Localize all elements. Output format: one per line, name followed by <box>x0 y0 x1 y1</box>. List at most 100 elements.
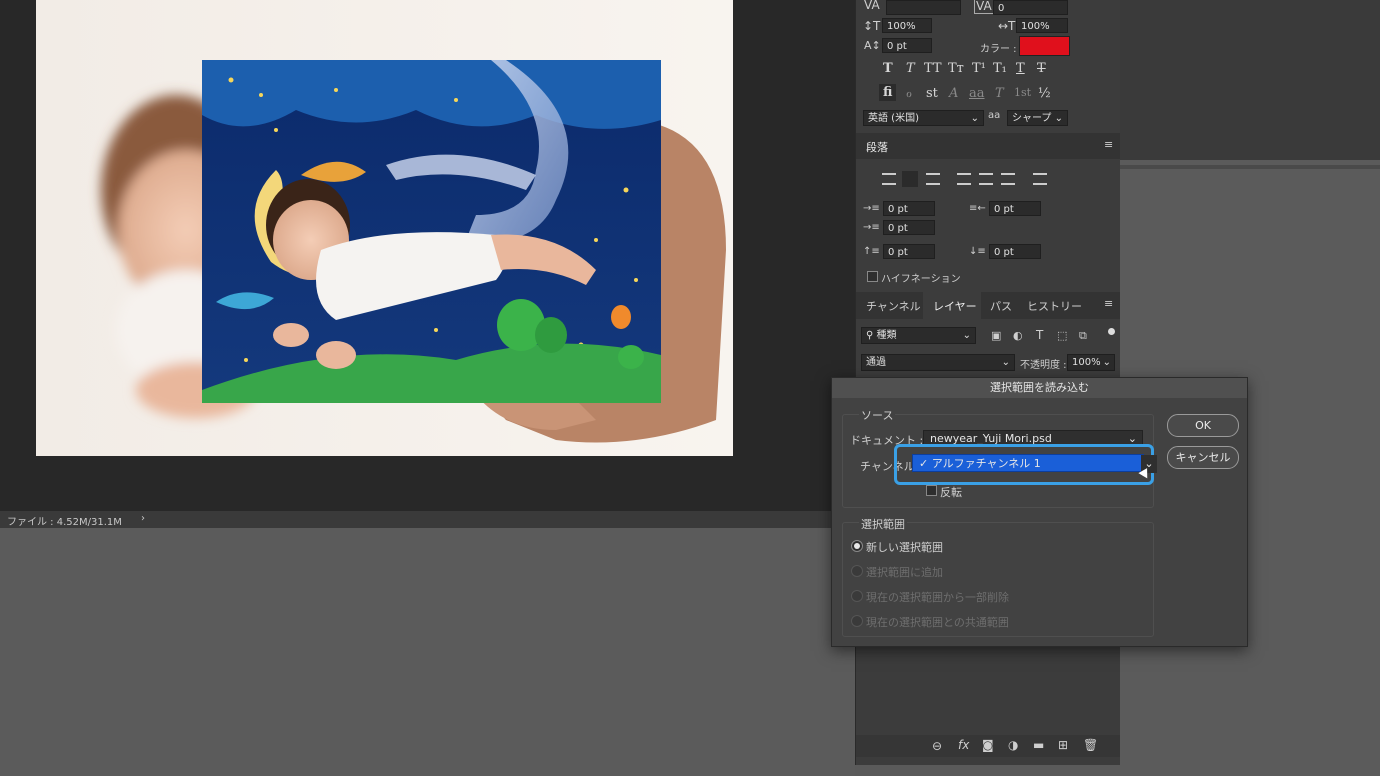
align-right-icon[interactable] <box>926 173 940 185</box>
align-left-icon[interactable] <box>882 173 896 185</box>
panel-menu-icon[interactable]: ≡ <box>1104 297 1113 310</box>
ok-button[interactable]: OK <box>1167 414 1239 437</box>
invert-label: 反転 <box>940 486 962 499</box>
source-label: ソース <box>859 407 896 423</box>
cancel-button[interactable]: キャンセル <box>1167 446 1239 469</box>
horizontal-scale-field[interactable]: 100% <box>1016 18 1068 33</box>
document-canvas[interactable] <box>36 0 733 456</box>
space-before-field[interactable]: 0 pt <box>883 244 935 259</box>
filter-type-icon[interactable]: T <box>1036 328 1043 342</box>
indent-first-line-icon: →≡ <box>863 222 880 233</box>
tracking-field[interactable]: 0 <box>993 0 1068 15</box>
intersect-selection-label: 現在の選択範囲との共通範囲 <box>866 616 1009 629</box>
opacity-field[interactable]: 100% ⌄ <box>1067 354 1115 371</box>
swash-button[interactable]: A <box>949 86 958 101</box>
stylistic-alternates-button[interactable]: aa <box>969 86 985 101</box>
discretionary-ligature-button[interactable]: st <box>926 86 938 101</box>
channel-dropdown[interactable]: ✓ アルファチャンネル 1 ⌄ <box>912 454 1157 473</box>
tab-history[interactable]: ヒストリー <box>1027 298 1082 314</box>
filter-adjustment-icon[interactable]: ◐ <box>1013 329 1023 342</box>
indent-left-field[interactable]: 0 pt <box>883 201 935 216</box>
add-selection-label: 選択範囲に追加 <box>866 566 943 579</box>
antialias-value: シャープ <box>1012 113 1052 124</box>
chevron-down-icon: ⌄ <box>1102 357 1111 368</box>
radio-subtract-selection[interactable] <box>851 590 863 602</box>
new-selection-label: 新しい選択範囲 <box>866 541 943 554</box>
tab-paragraph[interactable]: 段落 <box>866 139 888 155</box>
indent-first-line-field[interactable]: 0 pt <box>883 220 935 235</box>
filter-kind-value: 種類 <box>876 330 897 341</box>
small-caps-button[interactable]: Tт <box>948 61 964 76</box>
horizontal-scale-icon: ↔T <box>998 19 1016 33</box>
justify-all-icon[interactable] <box>1033 173 1047 185</box>
load-selection-dialog: 選択範囲を読み込む ソース ドキュメント : newyear_Yuji Mori… <box>831 377 1248 647</box>
vertical-scale-icon: ↕T <box>863 19 881 33</box>
subtract-selection-label: 現在の選択範囲から一部削除 <box>866 591 1009 604</box>
underline-button[interactable]: T <box>1016 61 1025 76</box>
layers-panel-footer: ⊖ fx ◙ ◑ ▬ ⊞ 🗑 <box>856 735 1121 757</box>
filter-toggle-icon[interactable] <box>1108 328 1115 335</box>
space-after-field[interactable]: 0 pt <box>989 244 1041 259</box>
justify-left-icon[interactable] <box>957 173 971 185</box>
tab-layers[interactable]: レイヤー <box>933 298 977 314</box>
language-dropdown[interactable]: 英語 (米国) ⌄ <box>863 110 984 126</box>
canvas-workspace[interactable] <box>0 0 855 511</box>
space-before-icon: ↑≡ <box>863 246 880 257</box>
antialias-icon: aa <box>988 110 1001 121</box>
vertical-scale-field[interactable]: 100% <box>882 18 932 33</box>
document-image <box>36 0 733 456</box>
justify-center-icon[interactable] <box>979 173 993 185</box>
opacity-label: 不透明度 : <box>1020 360 1067 371</box>
faux-bold-button[interactable]: T <box>883 61 893 76</box>
text-color-swatch[interactable] <box>1019 36 1070 56</box>
mask-icon[interactable]: ◙ <box>982 738 994 752</box>
strikethrough-button[interactable]: T <box>1037 61 1046 76</box>
adjustment-icon[interactable]: ◑ <box>1008 738 1018 752</box>
file-size-info: ファイル : 4.52M/31.1M <box>7 517 122 528</box>
fx-icon[interactable]: fx <box>958 738 969 752</box>
ligature-button[interactable]: fi <box>879 84 897 101</box>
faux-italic-button[interactable]: T <box>906 61 915 76</box>
blend-mode-dropdown[interactable]: 通過 ⌄ <box>861 354 1015 371</box>
old-style-button[interactable]: ℴ <box>906 86 912 101</box>
align-center-icon[interactable] <box>902 171 918 187</box>
baseline-shift-field[interactable]: 0 pt <box>882 38 932 53</box>
justify-right-icon[interactable] <box>1001 173 1015 185</box>
search-icon: ⚲ <box>866 330 874 341</box>
chevron-down-icon: ⌄ <box>1001 357 1010 368</box>
superscript-button[interactable]: T¹ <box>972 61 986 76</box>
tab-paths[interactable]: パス <box>990 298 1012 314</box>
subscript-button[interactable]: T₁ <box>993 61 1007 76</box>
status-menu-arrow[interactable]: › <box>141 513 145 524</box>
chevron-down-icon: ⌄ <box>970 113 979 124</box>
hyphenation-checkbox[interactable] <box>867 271 878 282</box>
filter-image-icon[interactable]: ▣ <box>991 329 1001 342</box>
new-layer-icon[interactable]: ⊞ <box>1058 738 1068 752</box>
fractions-button[interactable]: ½ <box>1038 86 1051 101</box>
folder-icon[interactable]: ▬ <box>1033 738 1044 752</box>
paragraph-panel-header: 段落 ≡ <box>856 133 1121 159</box>
filter-smart-object-icon[interactable]: ⧉ <box>1079 329 1087 343</box>
radio-add-selection[interactable] <box>851 565 863 577</box>
indent-left-icon: →≡ <box>863 203 880 214</box>
chevron-down-icon: ⌄ <box>1054 113 1063 124</box>
indent-right-icon: ≡← <box>969 203 986 214</box>
ordinals-button[interactable]: 1st <box>1014 86 1031 99</box>
layers-panel-tabs: チャンネル レイヤー パス ヒストリー ≡ <box>856 292 1121 319</box>
invert-checkbox[interactable] <box>926 485 937 496</box>
link-icon[interactable]: ⊖ <box>932 739 942 753</box>
all-caps-button[interactable]: TT <box>924 61 942 76</box>
indent-right-field[interactable]: 0 pt <box>989 201 1041 216</box>
layer-filter-dropdown[interactable]: ⚲ 種類 ⌄ <box>861 327 976 344</box>
dialog-title: 選択範囲を読み込む <box>832 378 1247 398</box>
radio-new-selection[interactable] <box>851 540 863 552</box>
tab-channels[interactable]: チャンネル <box>866 298 921 314</box>
radio-intersect-selection[interactable] <box>851 615 863 627</box>
kerning-dropdown[interactable] <box>886 0 961 15</box>
filter-shape-icon[interactable]: ⬚ <box>1057 329 1067 342</box>
antialias-dropdown[interactable]: シャープ ⌄ <box>1007 110 1068 126</box>
trash-icon[interactable]: 🗑 <box>1083 738 1098 752</box>
titling-alternates-button[interactable]: T <box>995 86 1004 101</box>
chevron-down-icon: ⌄ <box>962 330 971 341</box>
panel-menu-icon[interactable]: ≡ <box>1104 138 1113 151</box>
